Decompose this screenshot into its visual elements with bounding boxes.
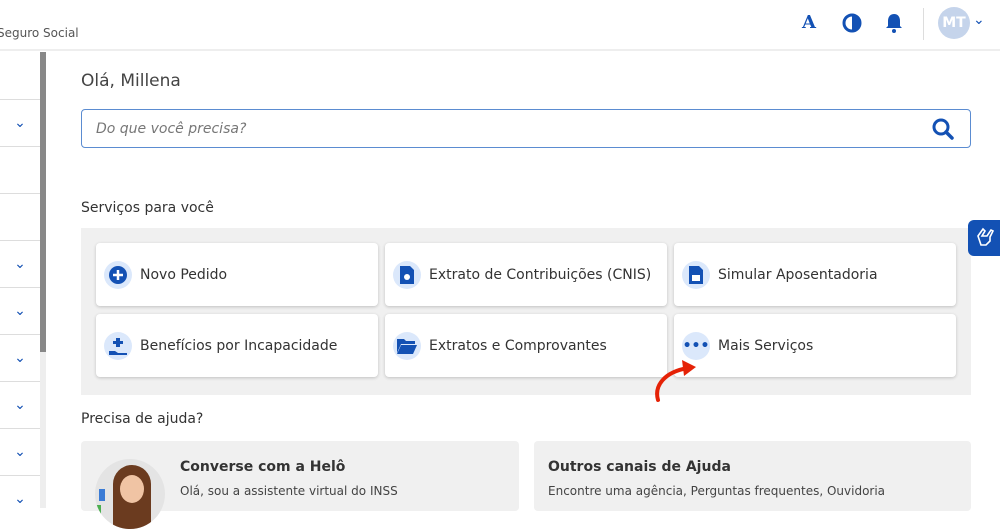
help-card-title: Converse com a Helô: [180, 459, 346, 475]
search-input[interactable]: Do que você precisa?: [81, 109, 971, 148]
service-label: Simular Aposentadoria: [718, 266, 878, 283]
service-label: Extrato de Contribuições (CNIS): [429, 266, 652, 283]
service-simular-aposentadoria[interactable]: Simular Aposentadoria: [674, 243, 956, 306]
helo-avatar: [95, 459, 165, 529]
service-extrato-cnis[interactable]: Extrato de Contribuições (CNIS): [385, 243, 667, 306]
chevron-down-icon: ⌄: [14, 303, 26, 319]
sidebar-item[interactable]: ⌄: [0, 381, 40, 428]
bell-icon[interactable]: [885, 13, 903, 38]
header: Seguro Social A MT ⌄: [0, 0, 1000, 51]
chevron-down-icon: ⌄: [14, 115, 26, 131]
sign-language-icon: [975, 226, 995, 250]
service-extratos-comprovantes[interactable]: Extratos e Comprovantes: [385, 314, 667, 377]
brand-text: Seguro Social: [0, 26, 79, 40]
search-icon[interactable]: [932, 118, 954, 144]
help-card-title: Outros canais de Ajuda: [548, 459, 731, 475]
service-mais-servicos[interactable]: ••• Mais Serviços: [674, 314, 956, 377]
sidebar-item[interactable]: ⌄: [0, 334, 40, 381]
plus-circle-icon: [104, 260, 132, 289]
scrollbar-thumb[interactable]: [40, 52, 46, 352]
chevron-down-icon: ⌄: [14, 256, 26, 272]
help-card-subtitle: Encontre uma agência, Perguntas frequent…: [548, 484, 886, 498]
service-label: Mais Serviços: [718, 337, 814, 354]
chevron-down-icon: ⌄: [14, 350, 26, 366]
more-icon: •••: [682, 331, 710, 360]
services-panel: Novo Pedido Extrato de Contribuições (CN…: [81, 228, 971, 395]
avatar[interactable]: MT: [938, 7, 970, 39]
sidebar-item[interactable]: ⌄: [0, 99, 40, 146]
sidebar-item[interactable]: ⌄: [0, 475, 40, 522]
chevron-down-icon: ⌄: [14, 491, 26, 507]
sidebar: ⌄ ⌄ ⌄ ⌄ ⌄ ⌄ ⌄: [0, 52, 40, 508]
accessibility-hands-button[interactable]: [968, 220, 1000, 256]
service-label: Novo Pedido: [140, 266, 228, 283]
sidebar-item[interactable]: [0, 193, 40, 240]
service-label: Extratos e Comprovantes: [429, 337, 607, 354]
document-icon: [393, 260, 421, 289]
help-card-outros-canais[interactable]: Outros canais de Ajuda Encontre uma agên…: [534, 441, 971, 511]
help-card-subtitle: Olá, sou a assistente virtual do INSS: [180, 484, 398, 498]
help-title: Precisa de ajuda?: [81, 411, 204, 427]
service-beneficios-incapacidade[interactable]: Benefícios por Incapacidade: [96, 314, 378, 377]
services-title: Serviços para você: [81, 200, 214, 216]
chevron-down-icon[interactable]: ⌄: [973, 12, 985, 28]
service-label: Benefícios por Incapacidade: [140, 337, 338, 354]
sidebar-item[interactable]: [0, 146, 40, 193]
divider: [923, 8, 924, 40]
help-card-helo[interactable]: Converse com a Helô Olá, sou a assistent…: [81, 441, 519, 529]
service-novo-pedido[interactable]: Novo Pedido: [96, 243, 378, 306]
hand-plus-icon: [104, 331, 132, 360]
search-placeholder: Do que você precisa?: [96, 120, 247, 137]
contrast-icon[interactable]: [842, 13, 862, 38]
calculator-document-icon: [682, 260, 710, 289]
red-arrow-annotation: [655, 360, 696, 402]
font-size-icon[interactable]: A: [802, 12, 816, 33]
sidebar-item[interactable]: ⌄: [0, 240, 40, 287]
chevron-down-icon: ⌄: [14, 444, 26, 460]
sidebar-item[interactable]: ⌄: [0, 428, 40, 475]
chevron-down-icon: ⌄: [14, 397, 26, 413]
sidebar-item[interactable]: ⌄: [0, 287, 40, 334]
folder-icon: [393, 331, 421, 360]
greeting: Olá, Millena: [81, 71, 181, 91]
